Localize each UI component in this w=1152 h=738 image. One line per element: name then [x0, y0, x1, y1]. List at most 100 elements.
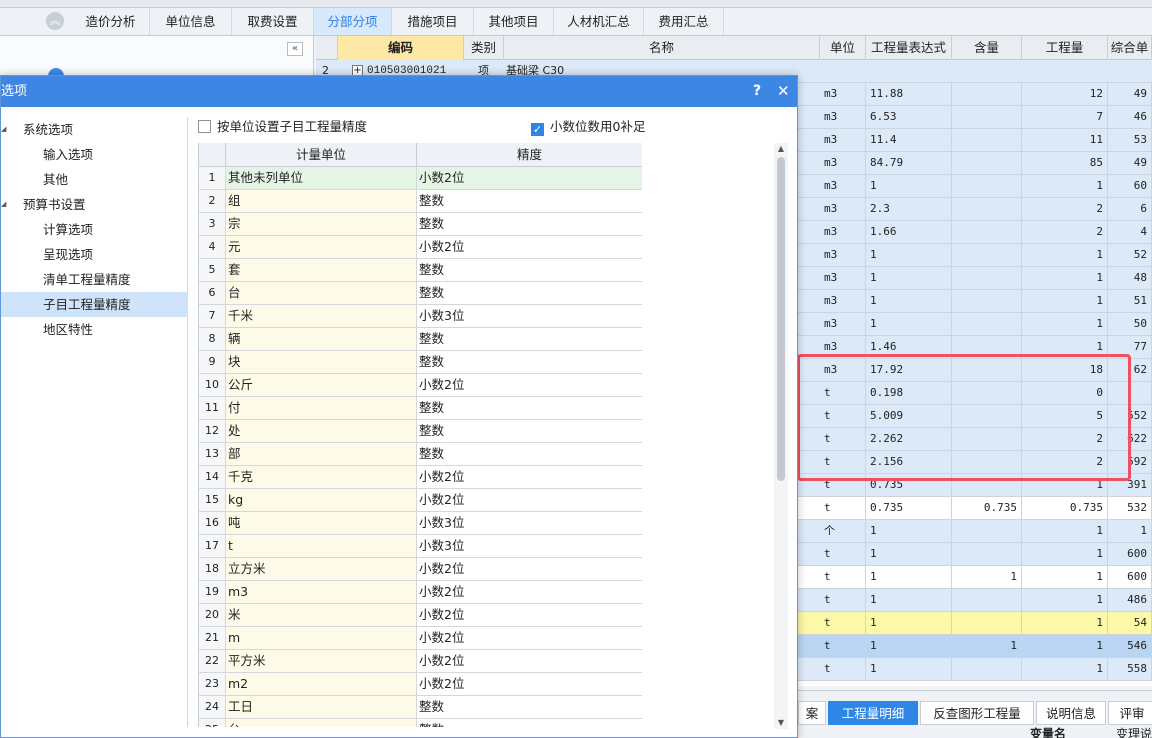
- precision-cell[interactable]: 整数: [417, 282, 642, 304]
- precision-cell[interactable]: 整数: [417, 190, 642, 212]
- precision-cell[interactable]: 整数: [417, 443, 642, 465]
- unit-row[interactable]: 18 立方米 小数2位: [199, 558, 642, 581]
- tab-0[interactable]: 造价分析: [72, 8, 150, 35]
- precision-cell[interactable]: 整数: [417, 259, 642, 281]
- collapse-up-icon[interactable]: ︽: [46, 12, 64, 30]
- precision-cell[interactable]: 整数: [417, 328, 642, 350]
- tree-node[interactable]: 子目工程量精度: [1, 292, 188, 317]
- unit-row[interactable]: 13 部整数: [199, 443, 642, 466]
- precision-cell[interactable]: 小数2位: [417, 167, 642, 189]
- unit-row[interactable]: 25台整数: [199, 719, 642, 727]
- unit-cell[interactable]: m2: [226, 673, 417, 695]
- unit-row[interactable]: 9 块整数: [199, 351, 642, 374]
- unit-cell[interactable]: 组: [226, 190, 417, 212]
- unit-row[interactable]: 7 千米 小数3位: [199, 305, 642, 328]
- tab-1[interactable]: 单位信息: [150, 8, 232, 35]
- unit-row[interactable]: 17 t 小数3位: [199, 535, 642, 558]
- tab-5[interactable]: 其他项目: [474, 8, 554, 35]
- precision-cell[interactable]: 小数2位: [417, 673, 642, 695]
- precision-cell[interactable]: 小数2位: [417, 627, 642, 649]
- scroll-up-icon[interactable]: ▲: [774, 143, 788, 155]
- unit-row[interactable]: 24 工日 整数: [199, 696, 642, 719]
- unit-cell[interactable]: 其他未列单位: [226, 167, 417, 189]
- unit-cell[interactable]: 套: [226, 259, 417, 281]
- unit-row[interactable]: 14 千克 小数2位: [199, 466, 642, 489]
- unit-cell[interactable]: 台: [226, 282, 417, 304]
- expand-triangle-icon[interactable]: ◢: [1, 192, 6, 217]
- tab-6[interactable]: 人材机汇总: [554, 8, 644, 35]
- tree-node[interactable]: 清单工程量精度: [1, 267, 188, 292]
- unit-row[interactable]: 21 m 小数2位: [199, 627, 642, 650]
- tab-4[interactable]: 措施项目: [392, 8, 474, 35]
- tab-3[interactable]: 分部分项: [314, 8, 392, 35]
- unit-row[interactable]: 5 套整数: [199, 259, 642, 282]
- unit-cell[interactable]: 台: [226, 719, 417, 727]
- unit-row[interactable]: 3 宗整数: [199, 213, 642, 236]
- price-header[interactable]: 综合单: [1108, 36, 1152, 60]
- unit-row[interactable]: 11 付整数: [199, 397, 642, 420]
- precision-cell[interactable]: 小数2位: [417, 650, 642, 672]
- precision-cell[interactable]: 小数3位: [417, 512, 642, 534]
- tree-node[interactable]: 其他: [1, 167, 188, 192]
- unit-row[interactable]: 4 元小数2位: [199, 236, 642, 259]
- precision-cell[interactable]: 小数2位: [417, 374, 642, 396]
- tree-node[interactable]: 输入选项: [1, 142, 188, 167]
- unit-cell[interactable]: t: [226, 535, 417, 557]
- scroll-down-icon[interactable]: ▼: [774, 717, 788, 729]
- precision-cell[interactable]: 小数2位: [417, 581, 642, 603]
- unit-cell[interactable]: 工日: [226, 696, 417, 718]
- bottom-tab-2[interactable]: 反查图形工程量: [920, 701, 1034, 725]
- expr-header[interactable]: 工程量表达式: [866, 36, 952, 60]
- precision-cell[interactable]: 整数: [417, 420, 642, 442]
- unit-cell[interactable]: 宗: [226, 213, 417, 235]
- unit-cell[interactable]: 米: [226, 604, 417, 626]
- precision-cell[interactable]: 整数: [417, 213, 642, 235]
- unit-cell[interactable]: 公斤: [226, 374, 417, 396]
- unit-cell[interactable]: kg: [226, 489, 417, 511]
- tab-2[interactable]: 取费设置: [232, 8, 314, 35]
- qty-header[interactable]: 工程量: [1022, 36, 1108, 60]
- scroll-thumb[interactable]: [777, 157, 785, 481]
- tree-node[interactable]: 地区特性: [1, 317, 188, 342]
- unit-row[interactable]: 2 组整数: [199, 190, 642, 213]
- precision-cell[interactable]: 小数2位: [417, 489, 642, 511]
- precision-cell[interactable]: 小数3位: [417, 305, 642, 327]
- precision-cell[interactable]: 小数2位: [417, 558, 642, 580]
- unit-precision-option[interactable]: 按单位设置子目工程量精度: [198, 118, 367, 136]
- unit-row[interactable]: 6 台整数: [199, 282, 642, 305]
- tree-node[interactable]: 呈现选项: [1, 242, 188, 267]
- expand-triangle-icon[interactable]: ◢: [1, 117, 6, 142]
- name-header[interactable]: 名称: [504, 36, 820, 60]
- unit-cell[interactable]: 吨: [226, 512, 417, 534]
- precision-cell[interactable]: 小数2位: [417, 236, 642, 258]
- unit-row[interactable]: 22 平方米 小数2位: [199, 650, 642, 673]
- precision-cell[interactable]: 整数: [417, 696, 642, 718]
- unit-row[interactable]: 23 m2 小数2位: [199, 673, 642, 696]
- precision-cell[interactable]: 小数2位: [417, 604, 642, 626]
- dialog-titlebar[interactable]: 选项 ? ✕: [1, 76, 797, 107]
- help-icon[interactable]: ?: [753, 76, 761, 107]
- unit-cell[interactable]: 千克: [226, 466, 417, 488]
- bottom-tab-0[interactable]: 案: [798, 701, 826, 725]
- close-icon[interactable]: ✕: [777, 76, 790, 107]
- unit-cell[interactable]: 部: [226, 443, 417, 465]
- unit-cell[interactable]: 块: [226, 351, 417, 373]
- unit-cell[interactable]: 千米: [226, 305, 417, 327]
- precision-cell[interactable]: 整数: [417, 397, 642, 419]
- precision-cell[interactable]: 整数: [417, 351, 642, 373]
- tab-7[interactable]: 费用汇总: [644, 8, 724, 35]
- precision-cell[interactable]: 小数2位: [417, 466, 642, 488]
- unit-cell[interactable]: m: [226, 627, 417, 649]
- bottom-tab-4[interactable]: 评审: [1108, 701, 1152, 725]
- unit-row[interactable]: 10 公斤 小数2位: [199, 374, 642, 397]
- unit-cell[interactable]: 处: [226, 420, 417, 442]
- tree-node[interactable]: ◢ 系统选项: [1, 117, 188, 142]
- unit-row[interactable]: 12 处整数: [199, 420, 642, 443]
- tree-node[interactable]: ◢ 预算书设置: [1, 192, 188, 217]
- unit-row[interactable]: 1 其他未列单位 小数2位: [199, 167, 642, 190]
- pad-zero-checkbox[interactable]: ✓: [531, 123, 544, 136]
- pad-zero-option[interactable]: ✓ 小数位数用0补足: [531, 118, 645, 136]
- tree-node[interactable]: 计算选项: [1, 217, 188, 242]
- precision-cell[interactable]: 整数: [417, 719, 642, 727]
- vertical-scrollbar[interactable]: ▲ ▼: [774, 143, 788, 729]
